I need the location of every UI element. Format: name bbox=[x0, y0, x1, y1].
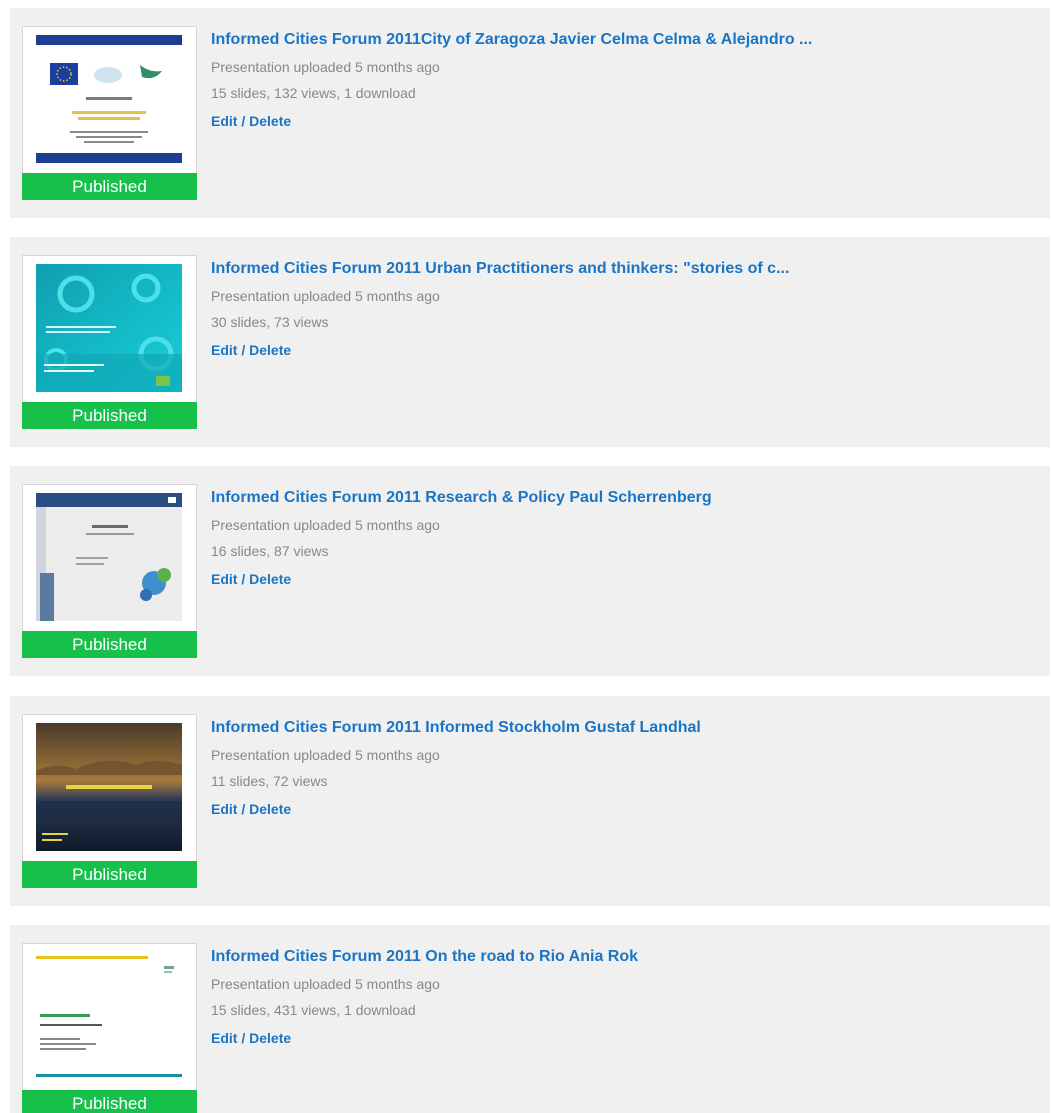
presentation-card: Published Informed Cities Forum 2011City… bbox=[10, 8, 1050, 218]
presentation-title-link[interactable]: Informed Cities Forum 2011 Research & Po… bbox=[211, 488, 1031, 508]
published-badge: Published bbox=[22, 173, 197, 200]
thumbnail-frame[interactable] bbox=[22, 484, 197, 632]
presentation-card: Published Informed Cities Forum 2011 On … bbox=[10, 925, 1050, 1113]
upload-time: Presentation uploaded 5 months ago bbox=[211, 747, 440, 763]
slide-thumbnail[interactable]: Published bbox=[22, 255, 197, 429]
slide-preview-image bbox=[36, 264, 182, 392]
slide-thumbnail[interactable]: Published bbox=[22, 714, 197, 888]
edit-link[interactable]: Edit bbox=[211, 342, 237, 358]
upload-time: Presentation uploaded 5 months ago bbox=[211, 976, 440, 992]
presentation-info: Informed Cities Forum 2011City of Zarago… bbox=[211, 30, 1031, 130]
edit-link[interactable]: Edit bbox=[211, 1030, 237, 1046]
edit-link[interactable]: Edit bbox=[211, 801, 237, 817]
delete-link[interactable]: Delete bbox=[249, 1030, 291, 1046]
slide-preview-image bbox=[36, 35, 182, 163]
thumbnail-frame[interactable] bbox=[22, 255, 197, 403]
upload-time: Presentation uploaded 5 months ago bbox=[211, 59, 440, 75]
presentation-stats: 16 slides, 87 views bbox=[211, 543, 329, 559]
presentation-stats: 15 slides, 431 views, 1 download bbox=[211, 1002, 416, 1018]
thumbnail-frame[interactable] bbox=[22, 714, 197, 862]
edit-link[interactable]: Edit bbox=[211, 571, 237, 587]
action-separator: / bbox=[237, 571, 250, 587]
delete-link[interactable]: Delete bbox=[249, 342, 291, 358]
slide-thumbnail[interactable]: Published bbox=[22, 484, 197, 658]
presentation-card: Published Informed Cities Forum 2011 Urb… bbox=[10, 237, 1050, 447]
slide-thumbnail[interactable]: Published bbox=[22, 26, 197, 200]
delete-link[interactable]: Delete bbox=[249, 801, 291, 817]
upload-time: Presentation uploaded 5 months ago bbox=[211, 288, 440, 304]
presentation-title-link[interactable]: Informed Cities Forum 2011 Urban Practit… bbox=[211, 259, 1031, 279]
published-badge: Published bbox=[22, 631, 197, 658]
presentation-stats: 15 slides, 132 views, 1 download bbox=[211, 85, 416, 101]
presentation-stats: 30 slides, 73 views bbox=[211, 314, 329, 330]
slide-preview-image bbox=[36, 952, 182, 1080]
presentation-list: Published Informed Cities Forum 2011City… bbox=[0, 0, 1051, 1113]
edit-delete-actions: Edit / Delete bbox=[211, 112, 1031, 130]
presentation-info: Informed Cities Forum 2011 Research & Po… bbox=[211, 488, 1031, 588]
presentation-card: Published Informed Cities Forum 2011 Inf… bbox=[10, 696, 1050, 906]
edit-delete-actions: Edit / Delete bbox=[211, 1029, 1031, 1047]
presentation-info: Informed Cities Forum 2011 On the road t… bbox=[211, 947, 1031, 1047]
action-separator: / bbox=[237, 801, 250, 817]
published-badge: Published bbox=[22, 1090, 197, 1113]
upload-time: Presentation uploaded 5 months ago bbox=[211, 517, 440, 533]
thumbnail-frame[interactable] bbox=[22, 26, 197, 174]
edit-link[interactable]: Edit bbox=[211, 113, 237, 129]
presentation-title-link[interactable]: Informed Cities Forum 2011 On the road t… bbox=[211, 947, 1031, 967]
slide-preview-image bbox=[36, 493, 182, 621]
delete-link[interactable]: Delete bbox=[249, 113, 291, 129]
published-badge: Published bbox=[22, 402, 197, 429]
delete-link[interactable]: Delete bbox=[249, 571, 291, 587]
presentation-info: Informed Cities Forum 2011 Urban Practit… bbox=[211, 259, 1031, 359]
presentation-card: Published Informed Cities Forum 2011 Res… bbox=[10, 466, 1050, 676]
slide-thumbnail[interactable]: Published bbox=[22, 943, 197, 1113]
presentation-title-link[interactable]: Informed Cities Forum 2011City of Zarago… bbox=[211, 30, 1031, 50]
edit-delete-actions: Edit / Delete bbox=[211, 570, 1031, 588]
published-badge: Published bbox=[22, 861, 197, 888]
slide-preview-image bbox=[36, 723, 182, 851]
presentation-stats: 11 slides, 72 views bbox=[211, 773, 328, 789]
presentation-info: Informed Cities Forum 2011 Informed Stoc… bbox=[211, 718, 1031, 818]
edit-delete-actions: Edit / Delete bbox=[211, 800, 1031, 818]
action-separator: / bbox=[237, 342, 250, 358]
thumbnail-frame[interactable] bbox=[22, 943, 197, 1091]
presentation-title-link[interactable]: Informed Cities Forum 2011 Informed Stoc… bbox=[211, 718, 1031, 738]
action-separator: / bbox=[237, 1030, 250, 1046]
action-separator: / bbox=[237, 113, 250, 129]
edit-delete-actions: Edit / Delete bbox=[211, 341, 1031, 359]
